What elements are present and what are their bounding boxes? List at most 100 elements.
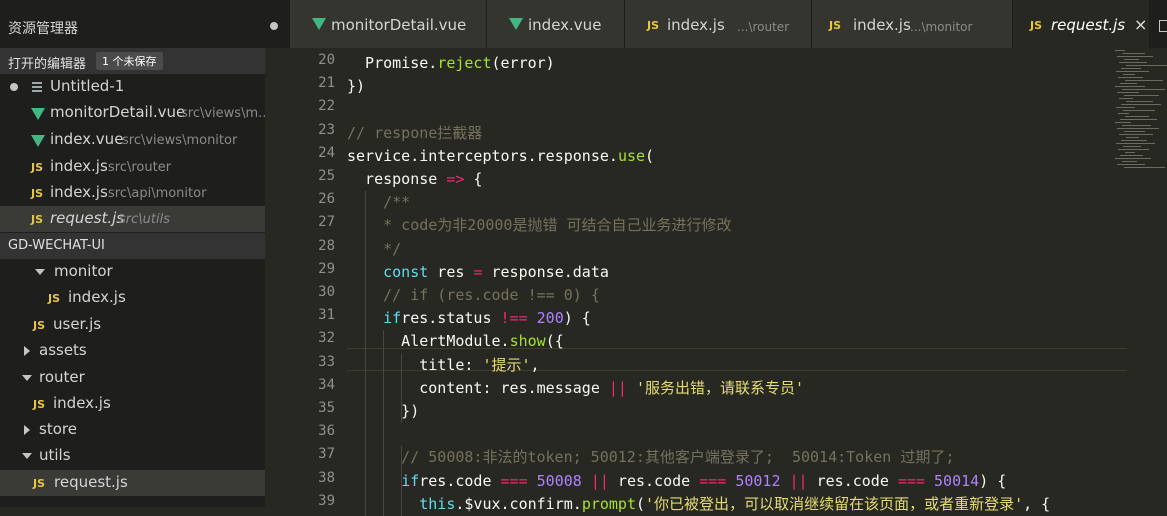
- file-name: monitorDetail.vue: [50, 103, 186, 121]
- code-editor[interactable]: 20 21 22 23 24 25 26 27 28 29 30 31 32 33 34 35 36 37 38 39…: [265, 48, 1167, 516]
- open-editor-untitled[interactable]: Untitled-1: [0, 74, 265, 100]
- project-header[interactable]: GD-WECHAT-UI: [0, 233, 265, 259]
- open-editors-header[interactable]: 打开的编辑器 1 个未保存: [0, 48, 265, 74]
- minimap-line: [1126, 101, 1153, 102]
- line-number: 33: [318, 353, 335, 370]
- line-number: 35: [318, 400, 335, 416]
- code-line[interactable]: this.$vux.confirm.prompt('你已被登出，可以取消继续留在…: [347, 493, 1050, 516]
- folder-name: router: [39, 368, 85, 386]
- code-line[interactable]: * code为非20000是抛错 可结合自己业务进行修改: [347, 214, 731, 237]
- open-editor-index-monitor[interactable]: JS index.js src\api\monitor: [0, 180, 265, 206]
- code-line[interactable]: Promise.reject(error): [347, 52, 555, 75]
- unsaved-dot-icon[interactable]: [270, 22, 278, 30]
- code-line[interactable]: */: [347, 238, 401, 261]
- minimap-line: [1115, 86, 1145, 87]
- tab-request-js[interactable]: JS request.js ×: [1013, 0, 1150, 48]
- minimap-line: [1115, 50, 1125, 51]
- tab-path: ...\monitor: [910, 20, 973, 34]
- line-number: 20: [318, 52, 335, 68]
- tree-folder-store[interactable]: store: [0, 417, 265, 443]
- open-editor-request[interactable]: JS request.js src\utils: [0, 206, 265, 232]
- split-editor-icon[interactable]: [1159, 20, 1167, 32]
- open-editor-index-vue[interactable]: index.vue src\views\monitor: [0, 127, 265, 153]
- line-number: 21: [318, 75, 335, 92]
- tree-file-user-js[interactable]: JS user.js: [0, 312, 265, 338]
- code-line[interactable]: // if (res.code !== 0) {: [347, 284, 600, 307]
- open-editors-label: 打开的编辑器: [8, 57, 87, 72]
- code-line[interactable]: title: '提示',: [347, 354, 539, 377]
- tab-index-js-router[interactable]: JS index.js ...\router: [625, 0, 812, 48]
- minimap-line: [1116, 71, 1149, 72]
- line-number: 39: [318, 492, 335, 509]
- chevron-right-icon: [24, 425, 30, 435]
- minimap-line: [1115, 158, 1151, 159]
- unsaved-dot-icon[interactable]: [10, 83, 18, 91]
- open-editor-monitordetail[interactable]: monitorDetail.vue src\views\m...: [0, 100, 265, 126]
- tree-folder-assets[interactable]: assets: [0, 338, 265, 364]
- minimap-line: [1119, 98, 1133, 99]
- minimap-line: [1124, 131, 1145, 132]
- file-name: index.js: [50, 183, 108, 201]
- tab-monitordetail-vue[interactable]: monitorDetail.vue: [290, 0, 487, 48]
- code-line[interactable]: ifres.status !== 200) {: [347, 307, 591, 330]
- code-line[interactable]: response => {: [347, 168, 482, 191]
- minimap-line: [1119, 134, 1153, 135]
- code-line[interactable]: AlertModule.show({: [347, 330, 564, 353]
- minimap-line: [1126, 65, 1167, 66]
- code-line[interactable]: content: res.message || '服务出错，请联系专员': [347, 377, 804, 400]
- file-name: index.vue: [50, 130, 124, 148]
- file-name: user.js: [53, 315, 102, 333]
- tree-folder-utils[interactable]: utils: [0, 443, 265, 469]
- line-number: 27: [318, 214, 335, 231]
- minimap-line: [1120, 155, 1143, 156]
- line-number: 26: [318, 191, 335, 208]
- line-number: 25: [318, 168, 335, 184]
- tab-label: index.vue: [528, 16, 602, 34]
- file-name: index.js: [68, 288, 126, 306]
- tab-label: request.js: [1051, 16, 1126, 34]
- js-file-icon: JS: [647, 19, 660, 32]
- chevron-right-icon: [24, 346, 30, 356]
- tab-label: index.js: [667, 16, 725, 34]
- tree-file-index-js[interactable]: JS index.js: [0, 285, 265, 311]
- file-name: request.js: [50, 209, 125, 227]
- js-file-icon: JS: [829, 19, 842, 32]
- code-line[interactable]: // respone拦截器: [347, 122, 482, 145]
- minimap-line: [1117, 128, 1159, 129]
- js-file-icon: JS: [33, 398, 46, 411]
- minimap-line: [1121, 140, 1147, 141]
- minimap-line: [1123, 110, 1155, 111]
- tree-folder-monitor[interactable]: monitor: [0, 259, 265, 285]
- minimap-line: [1125, 152, 1135, 153]
- minimap-line: [1117, 164, 1145, 165]
- code-line[interactable]: /**: [347, 191, 410, 214]
- code-line[interactable]: const res = response.data: [347, 261, 609, 284]
- close-icon[interactable]: ×: [1134, 15, 1147, 34]
- minimap-line: [1122, 53, 1145, 54]
- chevron-down-icon: [35, 269, 45, 275]
- tab-index-js-monitor[interactable]: JS index.js ...\monitor: [812, 0, 1013, 48]
- code-line[interactable]: ifres.code === 50008 || res.code === 500…: [347, 470, 1006, 493]
- line-number: 36: [318, 423, 335, 440]
- tab-index-vue[interactable]: index.vue: [487, 0, 625, 48]
- tree-file-router-index[interactable]: JS index.js: [0, 391, 265, 417]
- unsaved-badge: 1 个未保存: [96, 52, 163, 70]
- minimap[interactable]: [1115, 48, 1167, 188]
- tree-folder-router[interactable]: router: [0, 365, 265, 391]
- line-number: 28: [318, 237, 335, 254]
- vue-icon: [31, 108, 45, 120]
- code-line[interactable]: }): [347, 75, 365, 98]
- indent-guide: [401, 446, 402, 516]
- line-number: 23: [318, 121, 335, 138]
- line-number: 38: [318, 469, 335, 486]
- minimap-line: [1121, 68, 1141, 69]
- line-number: 22: [318, 98, 335, 115]
- code-line[interactable]: // 50008:非法的token; 50012:其他客户端登录了; 50014…: [347, 446, 954, 469]
- tree-file-request-js[interactable]: JS request.js: [0, 470, 265, 496]
- open-editor-index-router[interactable]: JS index.js src\router: [0, 154, 265, 180]
- minimap-line: [1118, 77, 1143, 78]
- code-line[interactable]: service.interceptors.response.use(: [347, 145, 654, 168]
- file-path: src\views\monitor: [122, 133, 238, 148]
- vue-icon: [31, 135, 45, 147]
- indent-guide: [401, 353, 402, 424]
